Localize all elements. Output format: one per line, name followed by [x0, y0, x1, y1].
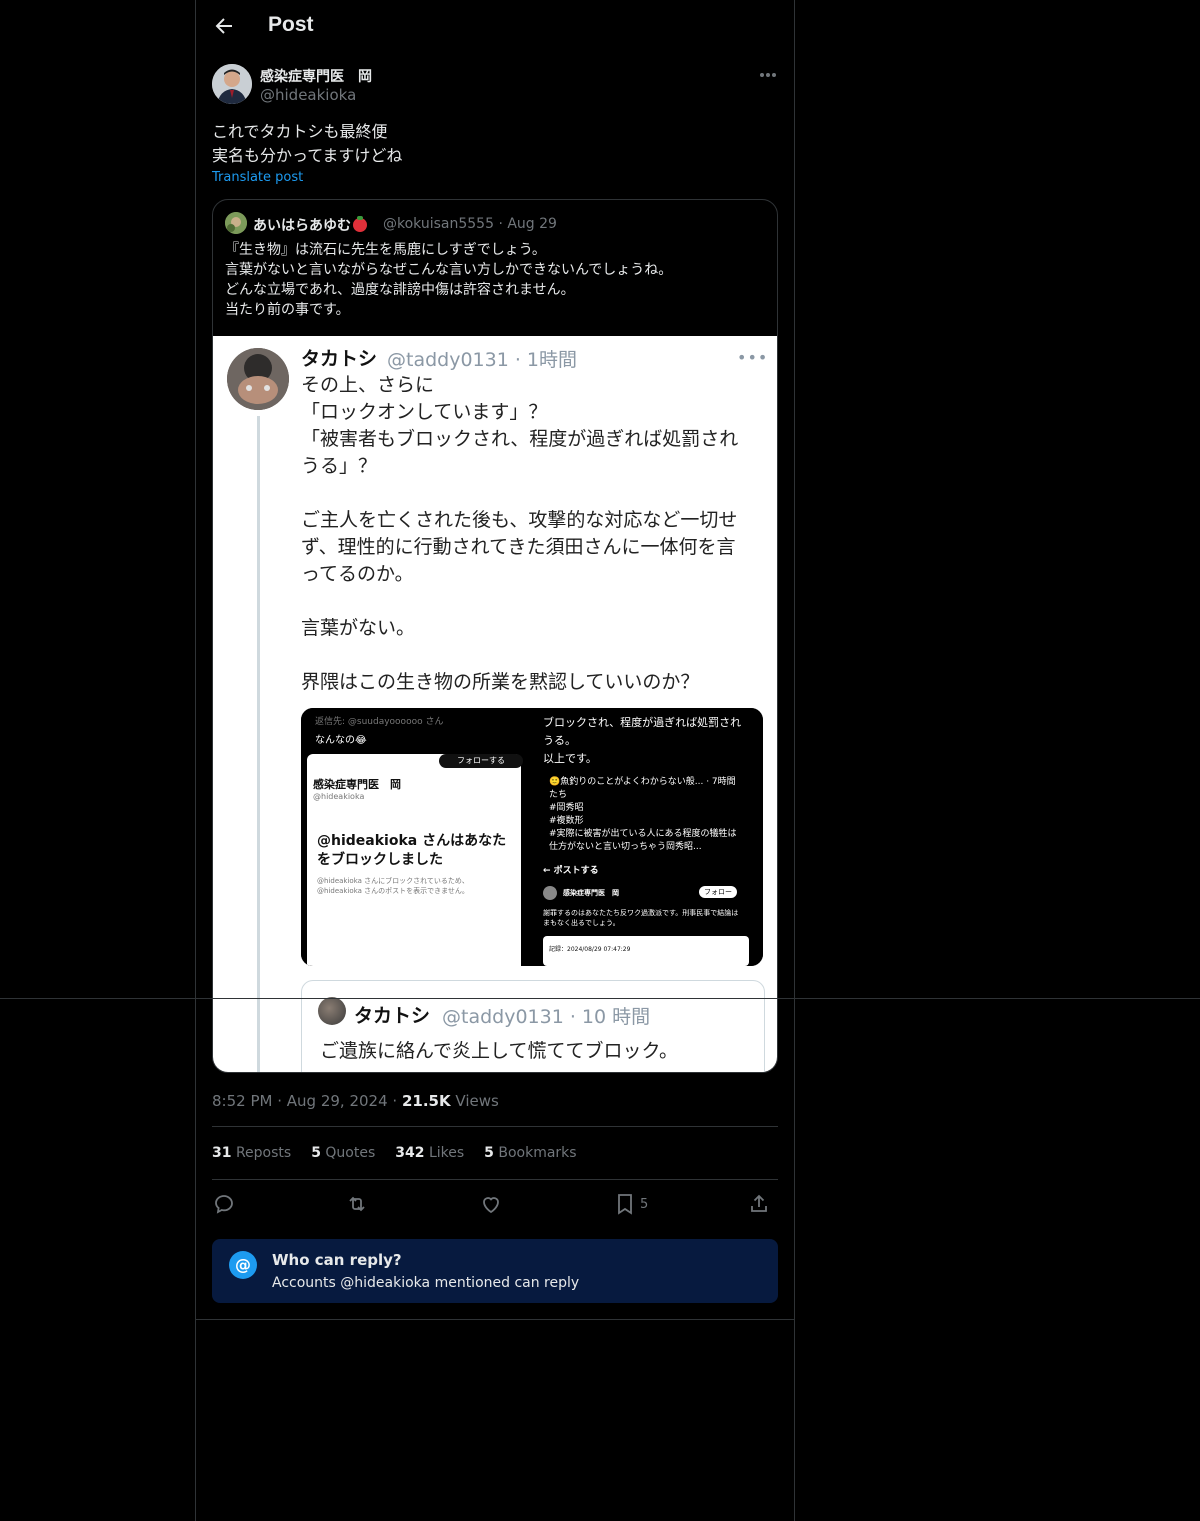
img1-reply-to: 返信先: @suudayoooooo さん	[315, 717, 444, 727]
screenshot-image-1: 返信先: @suudayoooooo さん なんなの😂 フォローする 感染症専門…	[301, 708, 527, 966]
quotes-stat[interactable]: 5 Quotes	[311, 1145, 375, 1161]
reply-icon[interactable]	[212, 1192, 236, 1216]
img2-post-label: ← ポストする	[543, 866, 599, 876]
separator-dot: ·	[277, 1092, 287, 1110]
author-handle[interactable]: @hideakioka	[260, 86, 356, 104]
thread-line	[257, 416, 260, 1072]
header: Post	[196, 0, 794, 54]
views-count: 21.5K	[401, 1092, 451, 1110]
who-can-reply-subtitle: Accounts @hideakioka mentioned can reply	[272, 1275, 580, 1291]
screenshot-images: 返信先: @suudayoooooo さん なんなの😂 フォローする 感染症専門…	[301, 708, 763, 966]
inner-text: ご遺族に絡んで炎上して慌ててブロック。	[320, 1040, 678, 1062]
action-bar: 5	[212, 1190, 778, 1218]
like-icon[interactable]	[479, 1192, 503, 1216]
img1-card: フォローする 感染症専門医 岡 @hideakioka @hideakioka …	[307, 754, 523, 966]
author-display-name[interactable]: 感染症専門医 岡	[260, 66, 372, 86]
img1-line2: なんなの😂	[315, 735, 367, 746]
bookmarks-stat[interactable]: 5 Bookmarks	[484, 1145, 576, 1161]
avatar[interactable]	[212, 64, 252, 104]
tomato-icon	[353, 216, 367, 232]
img1-follow: フォローする	[439, 754, 523, 768]
screenshot-avatar	[227, 348, 289, 410]
img2-quoted: 🙂魚釣りのことがよくわからない般... · 7時間 たち #岡秀昭 #複数形 #…	[549, 777, 737, 852]
img2-follow: フォロー	[699, 886, 737, 898]
bookmark-count: 5	[640, 1197, 649, 1212]
screenshot-image-2: ブロックされ、程度が過ぎれば処罰され うる。 以上です。 🙂魚釣りのことがよくわ…	[533, 708, 763, 966]
separator-dot: ·	[392, 1092, 402, 1110]
screenshot-text: その上、さらに 「ロックオンしています」？ 「被害者もブロックされ、程度が過ぎれ…	[301, 374, 739, 693]
page-title: Post	[268, 13, 314, 36]
img2-name: 感染症専門医 岡	[563, 889, 619, 897]
quoted-display-name: あいはらあゆむ	[253, 215, 367, 235]
repost-icon[interactable]	[345, 1192, 369, 1216]
post-stats: 31 Reposts 5 Quotes 342 Likes 5 Bookmark…	[212, 1145, 577, 1161]
quoted-avatar	[225, 212, 247, 234]
screenshot-inner-quote: タカトシ @taddy0131 · 10 時間 ご遺族に絡んで炎上して慌ててブロ…	[301, 980, 765, 1072]
who-can-reply-title: Who can reply?	[272, 1251, 402, 1269]
divider	[212, 1126, 778, 1127]
quoted-post[interactable]: あいはらあゆむ @kokuisan5555 · Aug 29 『生き物』は流石に…	[212, 199, 778, 1073]
img1-blocked: @hideakioka さんはあなた をブロックしました	[317, 833, 507, 868]
who-can-reply-box: @ Who can reply? Accounts @hideakioka me…	[212, 1239, 778, 1303]
quoted-image[interactable]: タカトシ @taddy0131 · 1時間 ••• その上、さらに 「ロックオン…	[213, 336, 777, 1072]
post-date[interactable]: Aug 29, 2024	[287, 1092, 388, 1110]
views-label: Views	[455, 1092, 499, 1110]
quoted-text: 『生き物』は流石に先生を馬鹿にしすぎでしょう。 言葉がないと言いながらなぜこんな…	[225, 242, 673, 318]
img2-avatar	[543, 886, 557, 900]
bookmark-icon[interactable]	[613, 1192, 637, 1216]
inner-avatar	[318, 997, 346, 1025]
post-text: これでタカトシも最終便 実名も分かってますけどね	[212, 122, 403, 165]
inner-name: タカトシ	[354, 1005, 431, 1027]
screenshot-name: タカトシ	[301, 348, 378, 370]
inner-meta: @taddy0131 · 10 時間	[442, 1006, 651, 1028]
likes-stat[interactable]: 342 Likes	[395, 1145, 464, 1161]
horizontal-rule	[0, 998, 1200, 999]
screenshot-more-icon: •••	[737, 348, 769, 367]
reposts-stat[interactable]: 31 Reposts	[212, 1145, 291, 1161]
img1-name: 感染症専門医 岡	[313, 778, 401, 791]
main-column: Post 感染症専門医 岡 @hideakioka これでタカトシも最終便 実名…	[195, 0, 795, 1521]
img2-record-box: 記録：2024/08/29 07:47:29	[543, 936, 749, 966]
more-options-icon[interactable]	[752, 64, 784, 86]
screenshot-meta: @taddy0131 · 1時間	[387, 349, 578, 371]
share-icon[interactable]	[747, 1192, 771, 1216]
translate-link[interactable]: Translate post	[212, 170, 303, 185]
divider	[212, 1179, 778, 1180]
img2-record: 記録：2024/08/29 07:47:29	[549, 946, 631, 953]
quoted-handle-meta: @kokuisan5555 · Aug 29	[383, 216, 557, 232]
divider	[196, 1319, 794, 1320]
back-arrow-icon[interactable]	[212, 14, 236, 38]
post-timestamp: 8:52 PM · Aug 29, 2024 · 21.5K Views	[212, 1092, 499, 1110]
img2-top: ブロックされ、程度が過ぎれば処罰され うる。 以上です。	[543, 716, 742, 765]
post-time[interactable]: 8:52 PM	[212, 1092, 272, 1110]
at-sign-icon: @	[229, 1251, 257, 1279]
img1-handle: @hideakioka	[313, 792, 365, 801]
img2-body: 謝罪するのはあなたたち反ワク過激派です。刑事民事で結論は まもなく出るでしょう。	[543, 909, 739, 927]
img1-small: @hideakioka さんにブロックされているため、 @hideakioka …	[317, 877, 469, 895]
